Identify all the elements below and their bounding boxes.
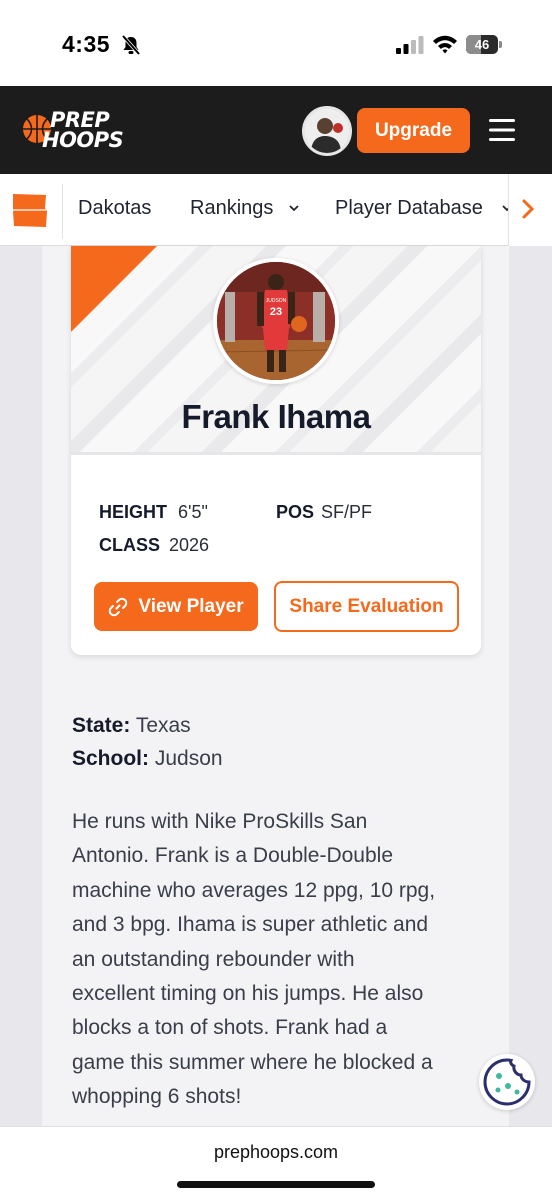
player-photo-image: JUDSON 23	[217, 262, 335, 380]
chevron-right-icon[interactable]	[520, 198, 536, 220]
upgrade-button[interactable]: Upgrade	[357, 108, 470, 153]
jersey-text: JUDSON	[266, 298, 287, 304]
state-label: State:	[72, 714, 131, 737]
wifi-icon	[433, 35, 457, 54]
school-line: School: Judson	[72, 747, 223, 771]
bio-line: He runs with Nike ProSkills San	[72, 810, 368, 833]
status-time: 4:35	[62, 31, 111, 57]
evaluation-text: He runs with Nike ProSkills San Antonio.…	[72, 805, 482, 1115]
jersey-number: 23	[270, 306, 282, 318]
bio-line: game this summer where he blocked a	[72, 1050, 433, 1074]
bell-slash-icon	[121, 34, 141, 56]
address-domain[interactable]: prephoops.com	[0, 1142, 552, 1163]
class-value: 2026	[169, 535, 210, 555]
nav-item-player-database[interactable]: Player Database	[335, 197, 483, 220]
class-label: CLASS	[99, 535, 161, 555]
bio-line: whopping 6 shots!	[72, 1085, 242, 1109]
position-value: SF/PF	[321, 502, 373, 522]
avatar-image	[305, 109, 349, 153]
battery-level: 46	[474, 37, 490, 52]
signal-icon	[396, 36, 424, 54]
bio-line: machine who averages 12 ppg, 10 rpg,	[72, 878, 436, 902]
nav-item-dakotas[interactable]: Dakotas	[78, 197, 151, 220]
cookie-icon	[483, 1058, 531, 1106]
browser-address-bar	[0, 1126, 552, 1200]
home-indicator[interactable]	[177, 1181, 375, 1188]
school-label: School:	[72, 747, 149, 770]
bio-line: Antonio. Frank is a Double-Double	[72, 844, 394, 868]
position-label: POS	[276, 502, 315, 522]
bio-line: blocks a ton of shots. Frank had a	[72, 1016, 388, 1040]
nav-divider	[62, 184, 63, 238]
player-name: Frank Ihama	[181, 398, 371, 435]
bio-line: an outstanding rebounder with	[72, 947, 355, 971]
bio-line: excellent timing on his jumps. He also	[72, 982, 424, 1006]
link-icon	[109, 597, 128, 616]
height-label: HEIGHT	[99, 502, 168, 522]
view-player-label: View Player	[138, 595, 244, 617]
height-value: 6'5"	[178, 502, 208, 522]
share-evaluation-button[interactable]: Share Evaluation	[274, 581, 459, 632]
chevron-down-icon	[289, 205, 299, 212]
logo-text-hoops: HOOPS	[42, 128, 124, 152]
battery-icon: 46	[466, 35, 502, 54]
state-value: Texas	[135, 714, 191, 737]
school-value: Judson	[154, 747, 223, 770]
player-photo: JUDSON 23	[213, 258, 339, 384]
prep-hoops-logo[interactable]: PREP HOOPS	[20, 108, 132, 154]
bio-line: and 3 bpg. Ihama is super athletic and	[72, 913, 429, 937]
nav-item-rankings[interactable]: Rankings	[190, 197, 273, 220]
card-corner-accent	[71, 246, 157, 332]
state-line: State: Texas	[72, 714, 191, 738]
cookie-settings-button[interactable]	[479, 1054, 535, 1110]
view-player-button[interactable]: View Player	[94, 582, 258, 631]
card-divider	[71, 452, 481, 455]
menu-icon[interactable]	[489, 119, 515, 141]
state-map-icon[interactable]	[11, 193, 49, 229]
user-avatar[interactable]	[302, 106, 352, 156]
